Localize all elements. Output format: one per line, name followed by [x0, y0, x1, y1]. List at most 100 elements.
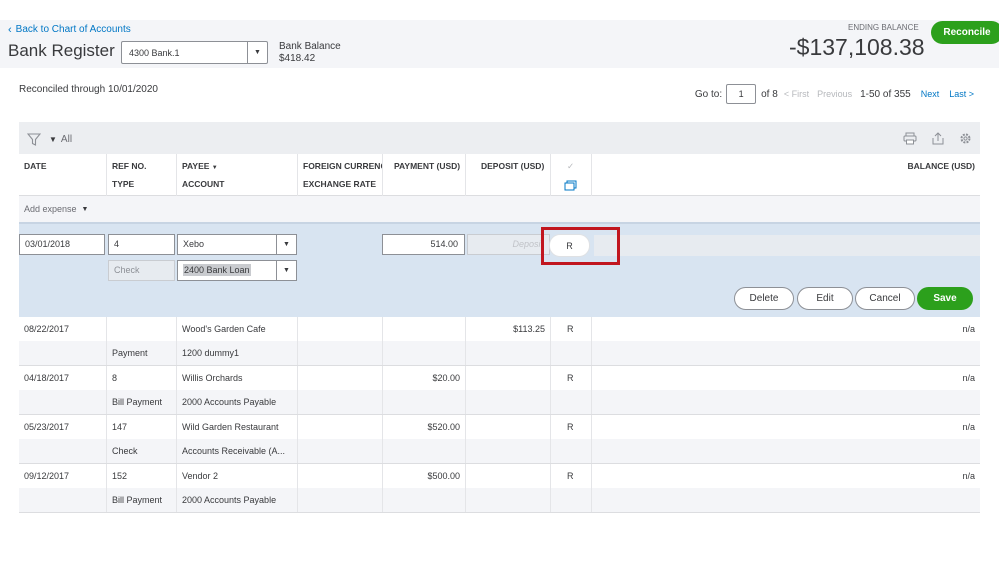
- account-value: 2400 Bank Loan: [183, 264, 251, 276]
- col-payment[interactable]: PAYMENT (USD): [394, 161, 460, 171]
- bank-balance-value: $418.42: [279, 53, 316, 64]
- back-link-label: Back to Chart of Accounts: [15, 24, 131, 35]
- table-row[interactable]: 08/22/2017 Wood's Garden Cafe $113.25 R …: [19, 317, 980, 366]
- next-page-link[interactable]: Next: [921, 89, 940, 99]
- row-balance: n/a: [962, 471, 975, 481]
- print-icon[interactable]: [903, 132, 917, 145]
- divider: [382, 317, 383, 365]
- row-date: 04/18/2017: [24, 373, 70, 383]
- first-page-link[interactable]: < First: [784, 89, 809, 99]
- row-date: 09/12/2017: [24, 471, 70, 481]
- row-type: Payment: [112, 348, 148, 358]
- goto-label: Go to:: [694, 88, 723, 100]
- divider: [106, 366, 107, 414]
- page-number-input[interactable]: 1: [726, 84, 757, 104]
- row-payment: $500.00: [427, 471, 460, 481]
- row-account: Accounts Receivable (A...: [182, 446, 286, 456]
- delete-button[interactable]: Delete: [734, 287, 794, 310]
- divider: [106, 154, 107, 196]
- dropdown-arrow-icon[interactable]: ▼: [276, 261, 296, 280]
- row-sub-band: [19, 439, 980, 463]
- payee-field[interactable]: Xebo ▼: [177, 234, 297, 255]
- add-expense-bar: Add expense ▼: [19, 196, 980, 222]
- dropdown-arrow-icon[interactable]: ▼: [247, 42, 267, 63]
- table-row[interactable]: 04/18/2017 8 Willis Orchards $20.00 R n/…: [19, 366, 980, 415]
- row-ref-no: 152: [112, 471, 128, 481]
- previous-page-link[interactable]: Previous: [817, 89, 852, 99]
- reconciled-through-text: Reconciled through 10/01/2020: [19, 84, 158, 95]
- cancel-button[interactable]: Cancel: [855, 287, 915, 310]
- gear-icon[interactable]: [959, 132, 972, 145]
- edit-button[interactable]: Edit: [797, 287, 853, 310]
- back-to-chart-link[interactable]: ‹ Back to Chart of Accounts: [8, 24, 131, 35]
- divider: [550, 317, 551, 365]
- row-sub-band: [19, 488, 980, 512]
- divider: [382, 464, 383, 512]
- divider: [591, 415, 592, 463]
- divider: [297, 317, 298, 365]
- row-status[interactable]: R: [567, 373, 574, 383]
- row-date: 08/22/2017: [24, 324, 70, 334]
- col-deposit[interactable]: DEPOSIT (USD): [481, 161, 544, 171]
- divider: [591, 464, 592, 512]
- page-range: 1-50 of 355: [860, 88, 911, 100]
- divider: [176, 317, 177, 365]
- row-status[interactable]: R: [567, 422, 574, 432]
- divider: [176, 366, 177, 414]
- col-date[interactable]: DATE: [24, 161, 47, 171]
- reconcile-button[interactable]: Reconcile: [931, 21, 999, 44]
- filter-toolbar: ▼ All: [19, 122, 980, 154]
- row-payment: $520.00: [427, 422, 460, 432]
- balance-cell: [594, 235, 980, 256]
- col-balance[interactable]: BALANCE (USD): [907, 161, 975, 171]
- row-type: Bill Payment: [112, 495, 163, 505]
- row-status[interactable]: R: [567, 471, 574, 481]
- row-balance: n/a: [962, 373, 975, 383]
- account-select[interactable]: 4300 Bank.1 ▼: [121, 41, 268, 64]
- funnel-icon: [27, 133, 41, 146]
- ref-no-field[interactable]: 4: [108, 234, 175, 255]
- column-header-row: DATE REF NO. TYPE PAYEE ▼ ACCOUNT FOREIG…: [19, 154, 980, 196]
- caret-down-icon: ▼: [49, 135, 57, 144]
- col-cleared[interactable]: ✓: [567, 161, 574, 172]
- col-foreign-currency[interactable]: FOREIGN CURRENC: [303, 161, 383, 171]
- type-field: Check: [108, 260, 175, 281]
- account-field[interactable]: 2400 Bank Loan ▼: [177, 260, 297, 281]
- payee-value: Xebo: [183, 239, 205, 249]
- add-expense-dropdown[interactable]: Add expense ▼: [24, 204, 88, 214]
- dropdown-arrow-icon[interactable]: ▼: [276, 235, 296, 254]
- pagination: Go to: 1 of 8 < First Previous 1-50 of 3…: [695, 84, 974, 104]
- edit-transaction-row: 03/01/2018 4 Xebo ▼ 514.00 Deposit R Che…: [19, 222, 980, 317]
- row-payee: Willis Orchards: [182, 373, 243, 383]
- table-row[interactable]: 05/23/2017 147 Wild Garden Restaurant $5…: [19, 415, 980, 464]
- col-exchange-rate[interactable]: EXCHANGE RATE: [303, 179, 376, 189]
- row-sub-band: [19, 341, 980, 365]
- col-type[interactable]: TYPE: [112, 179, 134, 189]
- divider: [106, 415, 107, 463]
- deposit-field[interactable]: Deposit: [467, 234, 550, 255]
- page-title: Bank Register: [8, 41, 115, 60]
- divider: [297, 464, 298, 512]
- payment-field[interactable]: 514.00: [382, 234, 465, 255]
- ending-balance-label: ENDING BALANCE: [848, 23, 919, 32]
- divider: [382, 154, 383, 196]
- filter-label: All: [60, 134, 73, 145]
- copy-icon[interactable]: [564, 180, 577, 191]
- add-expense-label: Add expense: [24, 204, 77, 214]
- table-row[interactable]: 09/12/2017 152 Vendor 2 $500.00 R n/a Bi…: [19, 464, 980, 513]
- row-deposit: $113.25: [513, 324, 545, 334]
- row-status[interactable]: R: [567, 324, 574, 334]
- date-field[interactable]: 03/01/2018: [19, 234, 105, 255]
- col-account[interactable]: ACCOUNT: [182, 179, 225, 189]
- filter-dropdown[interactable]: ▼ All: [27, 133, 72, 146]
- col-ref-no[interactable]: REF NO.: [112, 161, 146, 171]
- caret-down-icon: ▼: [211, 165, 218, 171]
- col-payee[interactable]: PAYEE ▼: [182, 161, 218, 171]
- save-button[interactable]: Save: [917, 287, 973, 310]
- divider: [550, 415, 551, 463]
- export-icon[interactable]: [931, 132, 945, 145]
- row-balance: n/a: [962, 422, 975, 432]
- last-page-link[interactable]: Last >: [949, 89, 974, 99]
- row-payee: Wild Garden Restaurant: [182, 422, 279, 432]
- divider: [176, 415, 177, 463]
